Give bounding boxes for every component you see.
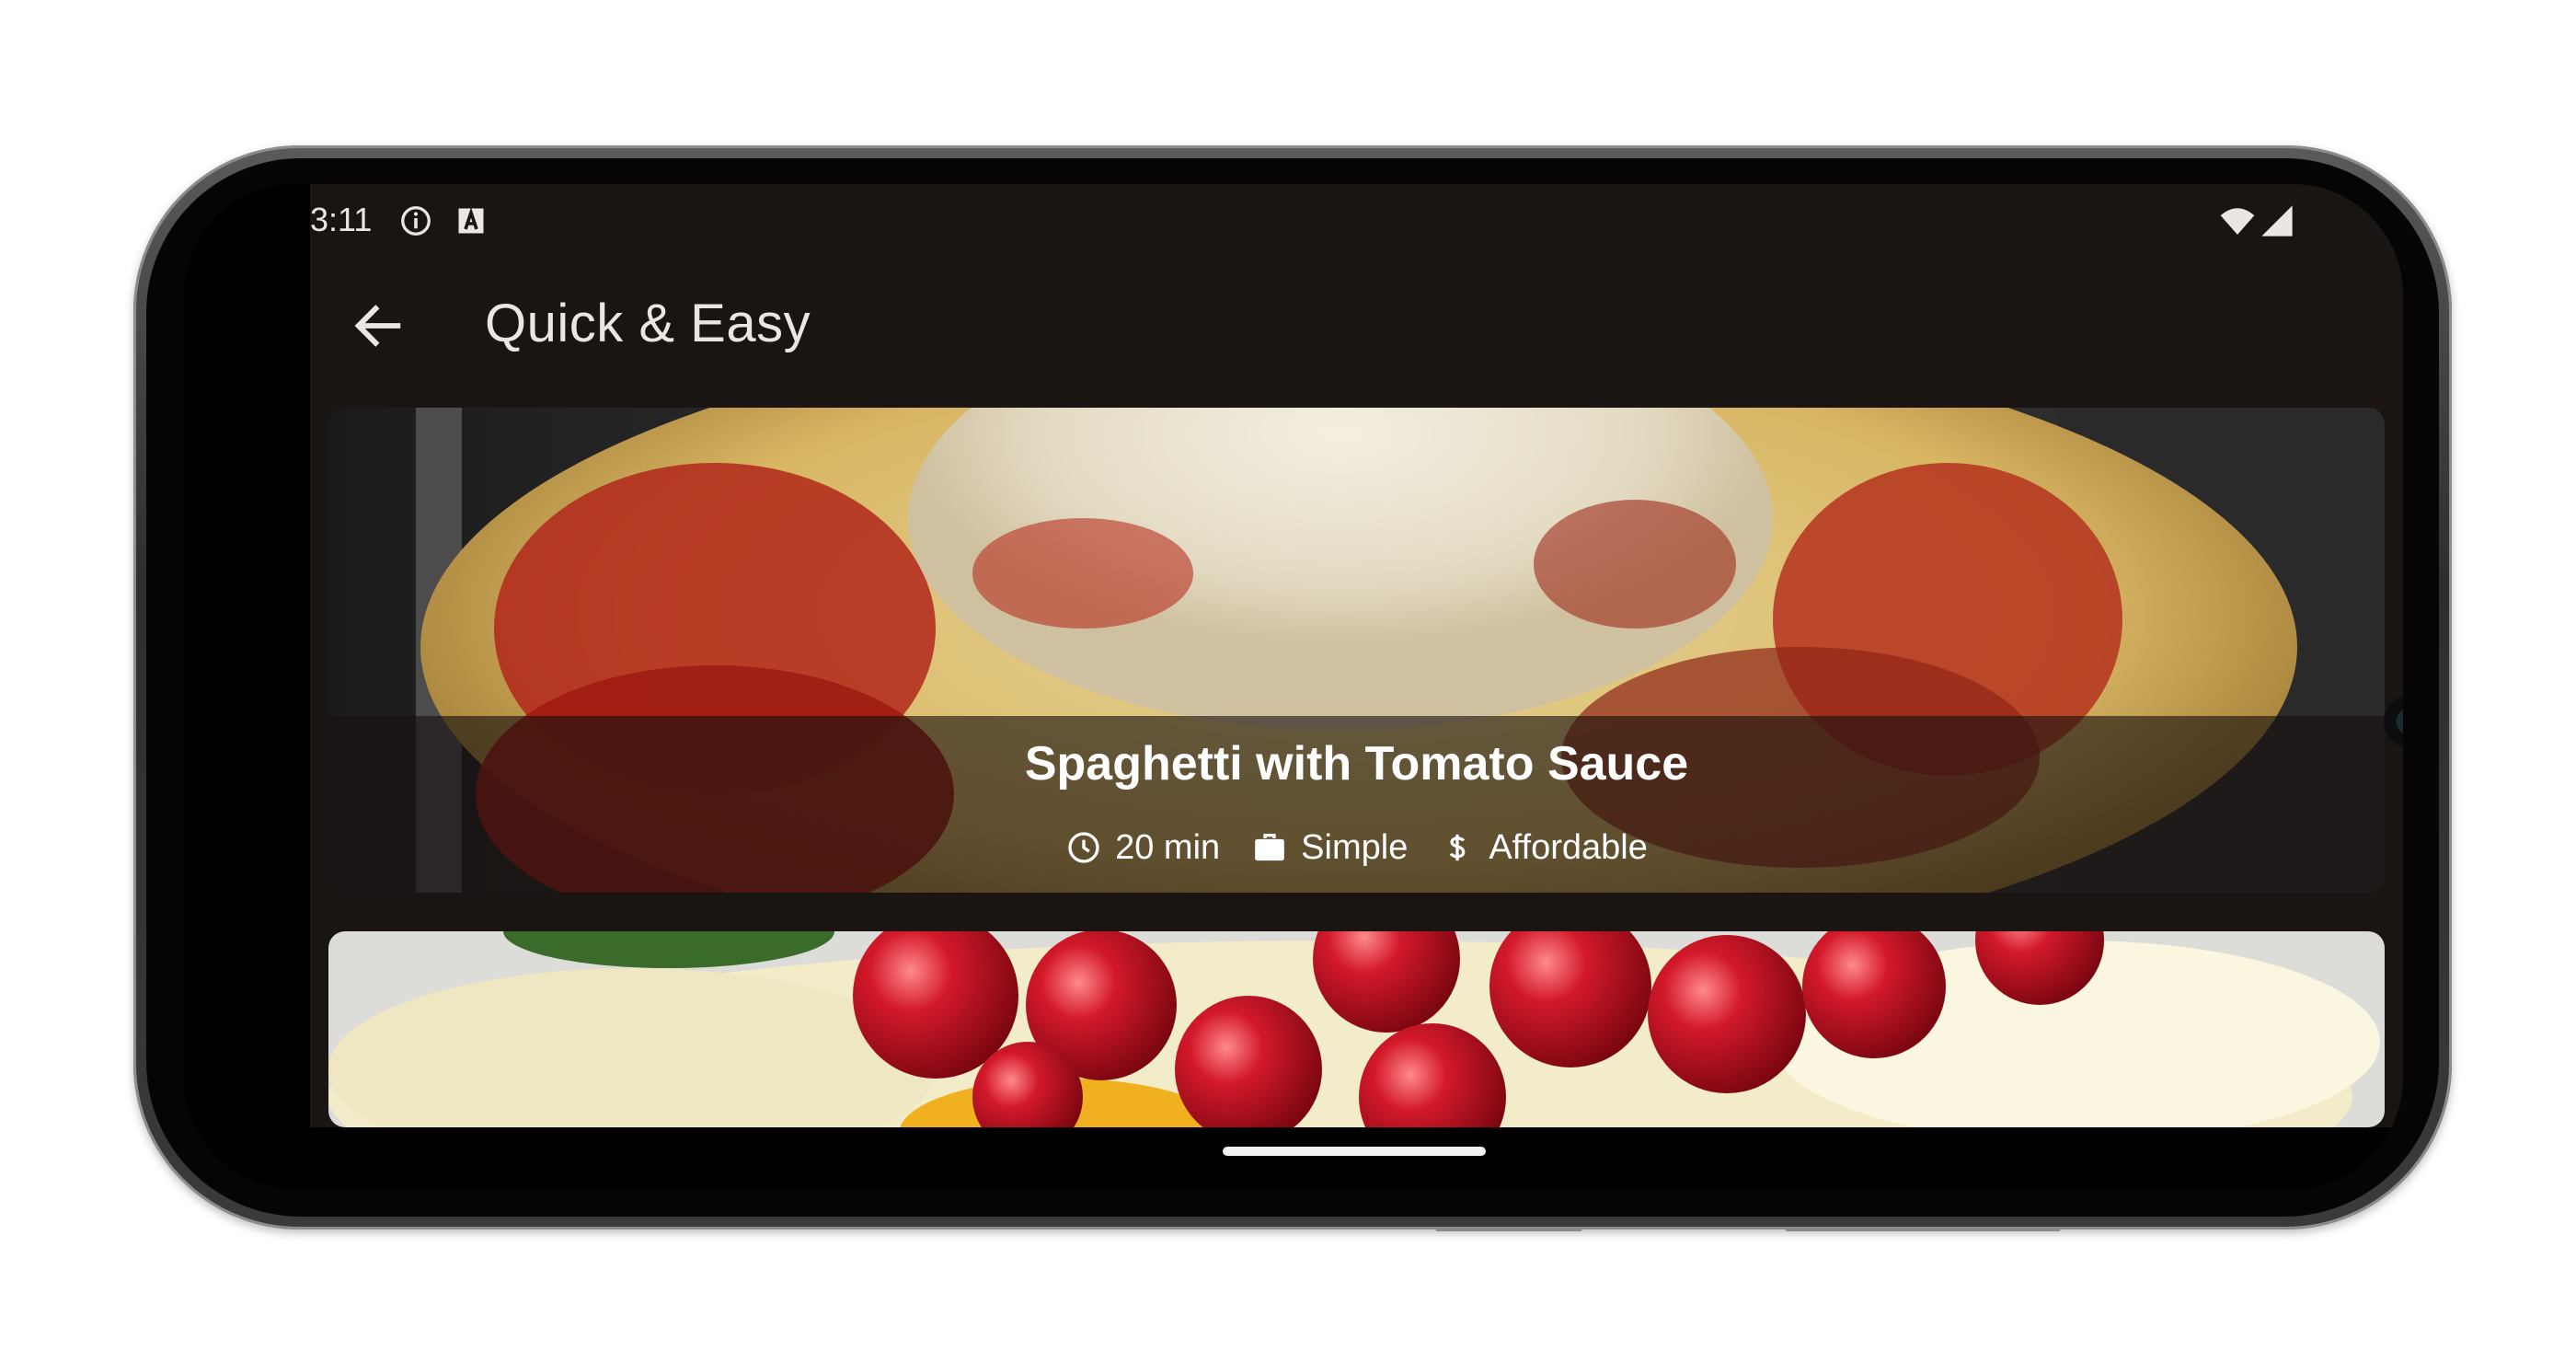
- meal-complexity-label: Simple: [1301, 827, 1409, 867]
- meal-duration-label: 20 min: [1115, 827, 1221, 867]
- meal-card-overlay: Spaghetti with Tomato Sauce 20 min Simpl…: [328, 716, 2385, 893]
- status-bar: 3:11: [310, 184, 2403, 258]
- meal-meta: 20 min Simple Affordable: [328, 825, 2385, 871]
- app-bar: Quick & Easy: [310, 258, 2403, 394]
- font-a-icon: [458, 207, 484, 234]
- red-currants-dessert-photo: [328, 931, 2385, 1127]
- dollar-icon: [1450, 834, 1466, 861]
- meal-affordability: Affordable: [1439, 828, 1648, 868]
- device-screen: 3:11 Quick & Easy Spaghetti with Tomato …: [184, 184, 2403, 1189]
- wifi-icon: [2220, 208, 2255, 235]
- meal-card[interactable]: [328, 931, 2385, 1127]
- clock-icon: [1068, 832, 1099, 863]
- meal-duration: 20 min: [1065, 828, 1220, 868]
- info-circle-icon: [401, 206, 431, 236]
- cell-signal-icon: [2261, 205, 2293, 237]
- meal-title: Spaghetti with Tomato Sauce: [1024, 737, 1689, 791]
- meal-complexity: Simple: [1251, 828, 1408, 868]
- arrow-left-icon[interactable]: [349, 296, 408, 355]
- app-window: 3:11 Quick & Easy Spaghetti with Tomato …: [310, 184, 2403, 1127]
- meal-card[interactable]: Spaghetti with Tomato Sauce 20 min Simpl…: [328, 408, 2385, 893]
- gesture-nav-handle[interactable]: [1223, 1147, 1486, 1156]
- status-time: 3:11: [310, 201, 373, 238]
- meal-affordability-label: Affordable: [1489, 827, 1648, 867]
- page-title: Quick & Easy: [485, 294, 811, 353]
- briefcase-icon: [1255, 834, 1285, 861]
